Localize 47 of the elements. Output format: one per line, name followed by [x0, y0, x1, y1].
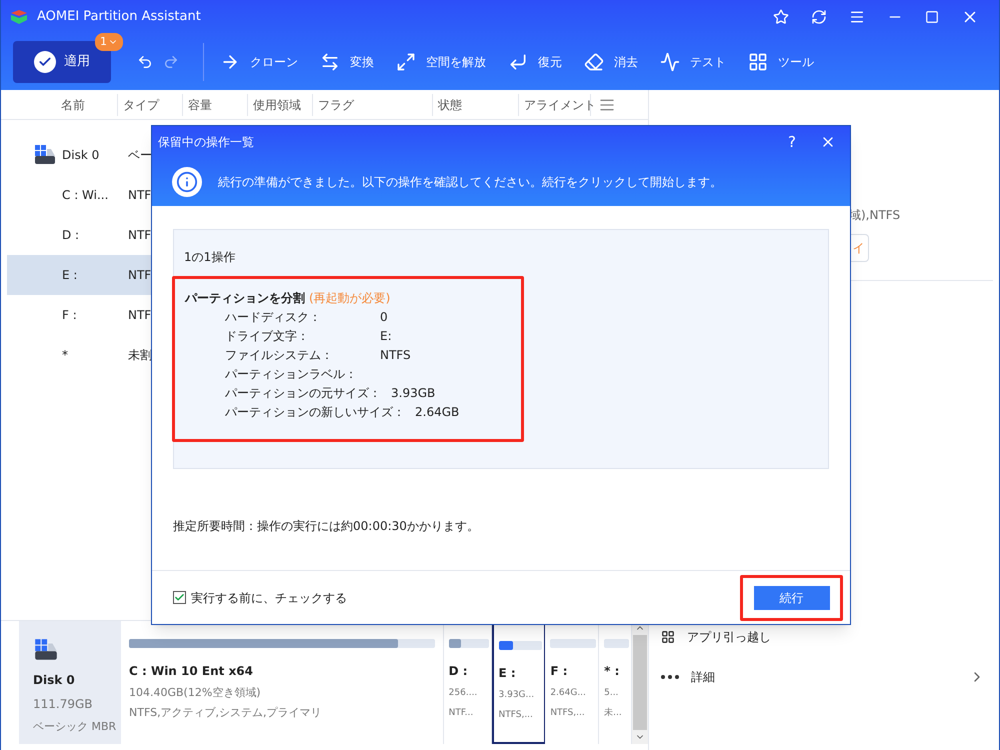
dialog-message: 続行の準備ができました。以下の操作を確認してください。続行をクリックして開始します。: [218, 174, 722, 191]
partition-name: E :: [498, 665, 517, 682]
detail-label: ハードディスク：: [225, 308, 322, 326]
operation-count: 1の1操作: [183, 249, 236, 266]
detail-label: ファイルシステム：: [225, 346, 334, 364]
row-type: NTF: [128, 187, 152, 204]
partition-info: NTF...: [448, 707, 474, 720]
partition-size: 256....: [448, 687, 478, 700]
row-type: ベー: [128, 147, 152, 164]
detail-value: 0: [380, 308, 388, 326]
partition-info: NTFS,...: [550, 707, 585, 720]
detail-label: パーティションラベル：: [225, 366, 358, 382]
dialog-title: 保留中の操作一覧: [158, 134, 255, 151]
operation-title: パーティションを分割: [185, 290, 305, 307]
partition-name: F :: [550, 663, 568, 680]
partition-size: 104.40GB(12%空き領域): [129, 686, 261, 700]
partition-size: 2.64G...: [550, 687, 586, 700]
estimated-time: 推定所要時間：操作の実行には約00:00:30かかります。: [172, 518, 480, 535]
partition-info: 未...: [604, 706, 622, 720]
partition-name: * :: [604, 663, 620, 680]
disk-size: 111.79GB: [33, 696, 94, 713]
detail-value: 2.64GB: [415, 404, 460, 420]
detail-label: パーティションの元サイズ：: [225, 384, 381, 402]
row-type: NTF: [128, 227, 152, 244]
row-name: Disk 0: [62, 147, 100, 164]
row-name: D :: [62, 227, 80, 244]
partition-info: NTFS,アクティブ,システム,プライマリ: [129, 706, 322, 720]
partition-size: 3.93G...: [498, 689, 534, 702]
row-name: *: [62, 347, 69, 364]
disk-type: ベーシック MBR: [33, 719, 118, 735]
partition-info: NTFS,...: [498, 709, 533, 722]
detail-value: 3.93GB: [391, 384, 436, 402]
detail-value: E:: [380, 328, 392, 344]
disk-name: Disk 0: [33, 672, 76, 689]
row-type: NTF: [128, 267, 152, 284]
partition-size: 5...: [604, 687, 618, 700]
detail-label: ドライブ文字：: [225, 328, 310, 344]
restart-note: (再起動が必要): [309, 290, 390, 307]
partition-name: D :: [448, 663, 469, 680]
row-name: E :: [62, 267, 78, 284]
row-name: C : Wi...: [62, 187, 110, 204]
partition-name: C : Win 10 Ent x64: [129, 663, 254, 680]
detail-value: NTFS: [380, 346, 411, 364]
detail-label: パーティションの新しいサイズ：: [225, 404, 405, 420]
row-type: NTF: [128, 307, 152, 324]
row-name: F :: [62, 307, 78, 324]
window-title: AOMEI Partition Assistant: [37, 8, 201, 26]
